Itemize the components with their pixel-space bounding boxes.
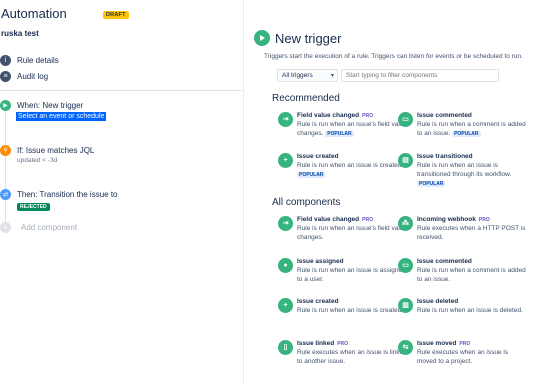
dropdown-value: All triggers — [282, 72, 313, 79]
info-icon: i — [0, 54, 11, 66]
component-desc: Rule is run when an issue is transitione… — [417, 162, 512, 178]
popular-badge: POPULAR — [297, 172, 326, 178]
component-name: Issue created — [297, 298, 339, 305]
component-desc: Rule is run when an issue's field value … — [297, 225, 407, 241]
divider — [0, 90, 242, 91]
component-name: Issue created — [297, 153, 339, 160]
search-icon: ⚲ — [0, 145, 11, 156]
flow-connector — [5, 110, 6, 230]
pro-badge: PRO — [459, 341, 471, 347]
component-desc: Rule is run when an issue is created. — [297, 162, 404, 169]
panel-title: New trigger — [275, 31, 342, 46]
transition-icon: ⇄ — [0, 189, 11, 200]
plus-icon: + — [0, 222, 11, 233]
pro-badge: PRO — [478, 217, 490, 223]
link-icon: ▯ — [278, 340, 293, 355]
component-name: Issue linked — [297, 340, 335, 347]
webhook-icon: ⁂ — [398, 216, 413, 231]
panel-description: Triggers start the execution of a rule. … — [264, 53, 523, 60]
component-desc: Rule is run when an issue is created. — [297, 307, 404, 314]
filter-components-input[interactable] — [341, 69, 499, 82]
component-name: Issue deleted — [417, 298, 459, 305]
component-name: Field value changed — [297, 112, 360, 119]
comment-icon: ▭ — [398, 112, 413, 127]
recommended-heading: Recommended — [272, 93, 340, 104]
trash-icon: ▥ — [398, 298, 413, 313]
transition-icon: ▤ — [398, 153, 413, 168]
step-condition-sub: updated < -3d — [17, 157, 58, 164]
component-name: Issue assigned — [297, 258, 344, 265]
nav-label: Rule details — [17, 55, 59, 65]
component-name: Issue commented — [417, 258, 472, 265]
rule-name: ruska test — [1, 29, 39, 38]
all-components-heading: All components — [272, 197, 341, 208]
field-change-icon: ⇥ — [278, 112, 293, 127]
play-icon — [254, 30, 270, 46]
nav-rule-details[interactable]: i Rule details — [0, 53, 59, 67]
add-component-button[interactable]: + Add component — [0, 222, 77, 233]
component-name: Incoming webhook — [417, 216, 476, 223]
field-change-icon: ⇥ — [278, 216, 293, 231]
step-trigger-title[interactable]: When: New trigger — [17, 101, 83, 110]
component-desc: Rule is run when an issue is assigned to… — [297, 267, 406, 283]
component-name: Issue transitioned — [417, 153, 473, 160]
chevron-down-icon: ▾ — [330, 73, 334, 79]
add-component-label: Add component — [21, 223, 78, 232]
popular-badge: POPULAR — [417, 181, 446, 187]
component-desc: Rule executes when a HTTP POST is receiv… — [417, 225, 526, 241]
component-desc: Rule executes when an issue is moved to … — [417, 349, 509, 365]
app-title: Automation — [1, 6, 67, 21]
user-icon: ● — [278, 258, 293, 273]
move-icon: ⇆ — [398, 340, 413, 355]
component-name: Issue moved — [417, 340, 457, 347]
plus-icon: + — [278, 298, 293, 313]
component-desc: Rule is run when a comment is added to a… — [417, 267, 526, 283]
component-name: Issue commented — [417, 112, 472, 119]
step-condition-title[interactable]: If: Issue matches JQL — [17, 146, 94, 155]
rule-editor-sidebar: Automation DRAFT ruska test i Rule detai… — [0, 0, 244, 384]
popular-badge: POPULAR — [452, 131, 481, 137]
pro-badge: PRO — [362, 217, 373, 223]
nav-label: Audit log — [17, 71, 49, 81]
list-icon: ≡ — [0, 70, 11, 82]
pro-badge: PRO — [337, 341, 349, 347]
nav-audit-log[interactable]: ≡ Audit log — [0, 69, 48, 83]
step-trigger-placeholder[interactable]: Select an event or schedule — [16, 112, 107, 121]
plus-icon: + — [278, 153, 293, 168]
component-desc: Rule is run when an issue is deleted. — [417, 307, 523, 314]
status-badge: REJECTED — [17, 203, 50, 211]
component-name: Field value changed — [297, 216, 360, 223]
trigger-type-dropdown[interactable]: All triggers ▾ — [277, 69, 338, 82]
comment-icon: ▭ — [398, 258, 413, 273]
step-action-title[interactable]: Then: Transition the issue to — [17, 190, 118, 199]
popular-badge: POPULAR — [325, 131, 354, 137]
pro-badge: PRO — [362, 113, 373, 119]
trigger-play-icon: ▶ — [0, 100, 11, 111]
draft-badge: DRAFT — [103, 11, 129, 19]
component-desc: Rule executes when an issue is linked to… — [297, 349, 407, 365]
